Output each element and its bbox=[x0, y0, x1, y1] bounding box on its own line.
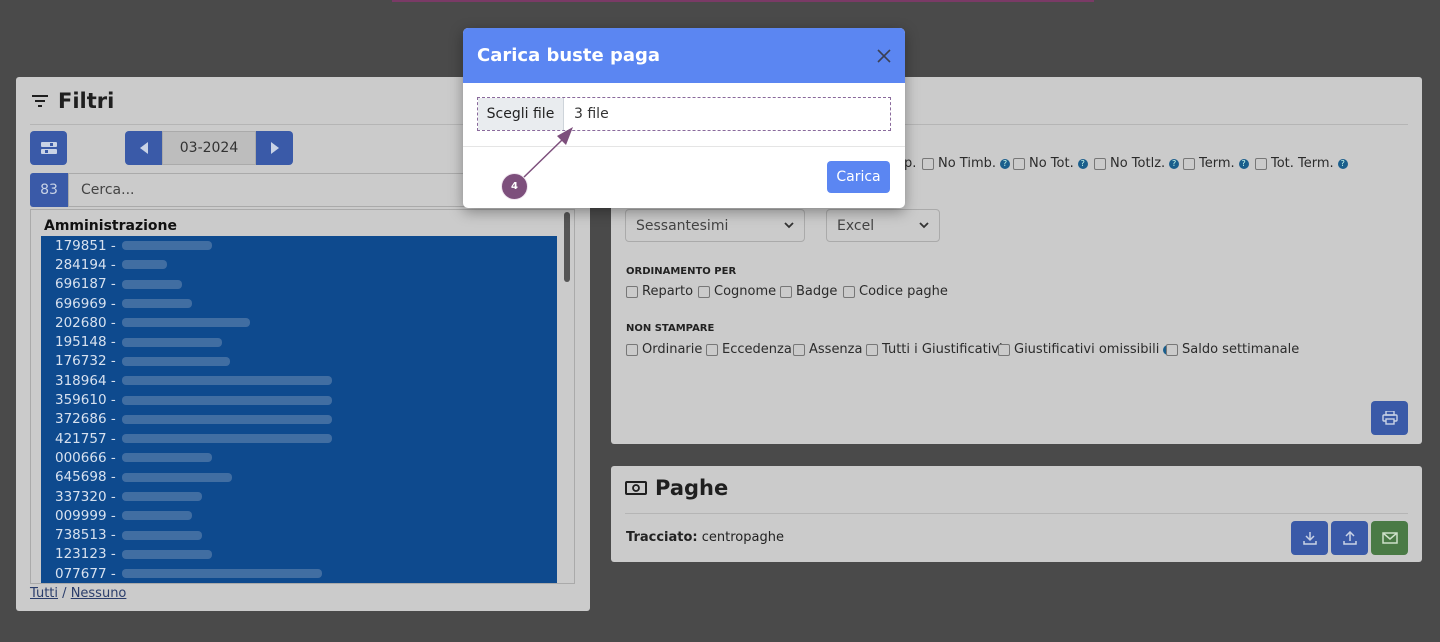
step-badge: 4 bbox=[501, 173, 528, 200]
step-arrow bbox=[521, 127, 573, 180]
